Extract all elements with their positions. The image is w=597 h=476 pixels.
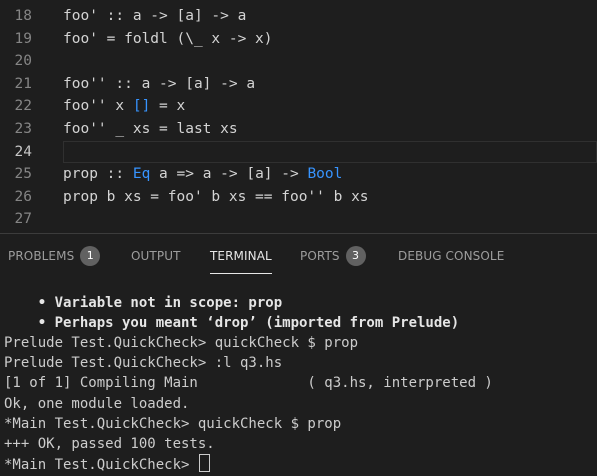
terminal-text: • Variable not in scope: prop [4,295,283,311]
terminal-text: Ok, one module loaded. [4,395,190,412]
code-line-25[interactable]: 25 prop :: Eq a => a -> [a] -> Bool [0,163,597,185]
terminal-line: *Main Test.QuickCheck> [4,453,210,474]
code-token: foo'' _ xs = last xs [63,121,238,137]
tab-ports[interactable]: PORTS 3 [300,246,366,276]
panel-tabs: PROBLEMS 1 OUTPUT TERMINAL PORTS 3 DEBUG CONSO… [0,234,597,278]
line-number: 19 [14,30,32,47]
type-token: Bool [307,166,343,183]
code-text: prop b xs = foo' b xs == foo'' b xs [63,186,369,208]
count-badge: 3 [345,246,366,266]
code-line-20[interactable]: 20 [0,50,597,72]
code-token: prop b xs = foo' b xs == foo'' b xs [63,188,369,205]
terminal-text: *Main Test.QuickCheck> [4,456,198,473]
code-line-18[interactable]: 18 foo' :: a -> [a] -> a [0,5,597,27]
line-number: 18 [14,8,32,24]
code-token: foo' = foldl (\_ x -> x) [63,30,273,47]
terminal-output[interactable]: • Variable not in scope: prop • Perhaps … [0,278,597,476]
code-token: a => a -> [a] -> [150,166,308,183]
code-text: foo' :: a -> [a] -> a [63,5,246,27]
code-token: foo' :: a -> [a] -> a [63,8,247,24]
tab-problems[interactable]: PROBLEMS 1 [8,246,101,276]
current-line-highlight [63,140,597,163]
code-text: foo'' :: a -> [a] -> a [63,73,255,95]
code-token: foo'' x [63,98,133,115]
code-token: = x [150,98,186,115]
terminal-line: Ok, one module loaded. [4,394,189,414]
tab-debug-console[interactable]: DEBUG CONSOLE [398,246,504,276]
terminal-text: • Perhaps you meant ‘drop’ (imported fro… [4,315,460,332]
line-number: 25 [14,166,32,183]
code-token: prop :: [63,166,133,183]
terminal-text: +++ OK, passed 100 tests. [4,435,215,452]
terminal-text: Prelude Test.QuickCheck> quickCheck $ pr… [4,335,359,352]
code-line-26[interactable]: 26 prop b xs = foo' b xs == foo'' b xs [0,186,597,208]
terminal-line: Prelude Test.QuickCheck> quickCheck $ pr… [4,333,358,353]
type-token: Eq [132,166,151,183]
line-number: 23 [14,121,32,137]
tab-label: TERMINAL [210,249,272,263]
terminal-text: *Main Test.QuickCheck> quickCheck $ prop [4,415,342,432]
terminal-text: [1 of 1] Compiling Main ( q3.hs, interpr… [4,375,493,392]
tab-label: PROBLEMS [8,249,75,263]
tab-label: PORTS [300,249,340,263]
terminal-line: *Main Test.QuickCheck> quickCheck $ prop [4,414,341,434]
tab-label: OUTPUT [131,249,181,263]
terminal-line: +++ OK, passed 100 tests. [4,434,215,454]
terminal-cursor [198,453,210,472]
terminal-line: • Perhaps you meant ‘drop’ (imported fro… [4,313,459,333]
line-number: 21 [14,75,32,92]
code-line-22[interactable]: 22 foo'' x [] = x [0,95,597,117]
code-line-23[interactable]: 23 foo'' _ xs = last xs [0,118,597,140]
code-token: foo'' :: a -> [a] -> a [63,75,256,92]
count-badge: 1 [80,246,101,266]
tab-terminal[interactable]: TERMINAL [210,246,272,276]
code-editor[interactable]: 18 foo' :: a -> [a] -> a19 foo' = foldl (\… [0,0,597,230]
tab-label: DEBUG CONSOLE [398,249,505,263]
type-token: [] [132,98,151,115]
code-text: prop :: Eq a => a -> [a] -> Bool [63,163,342,185]
line-number: 27 [14,211,32,228]
code-text: foo'' x [] = x [63,95,185,117]
terminal-line: Prelude Test.QuickCheck> :l q3.hs [4,353,282,373]
code-line-19[interactable]: 19 foo' = foldl (\_ x -> x) [0,28,597,50]
code-line-27[interactable]: 27 [0,208,597,230]
terminal-text: Prelude Test.QuickCheck> :l q3.hs [4,355,283,372]
terminal-line: [1 of 1] Compiling Main ( q3.hs, interpr… [4,373,493,393]
code-line-24[interactable]: 24 [0,140,597,163]
terminal-line: • Variable not in scope: prop [4,293,282,313]
tab-output[interactable]: OUTPUT [131,246,181,276]
line-number: 26 [14,188,32,205]
line-number: 20 [14,53,32,70]
code-text: foo' = foldl (\_ x -> x) [63,28,273,50]
code-line-21[interactable]: 21 foo'' :: a -> [a] -> a [0,73,597,95]
line-number: 22 [14,98,32,115]
line-number: 24 [14,143,32,160]
code-text: foo'' _ xs = last xs [63,118,238,140]
